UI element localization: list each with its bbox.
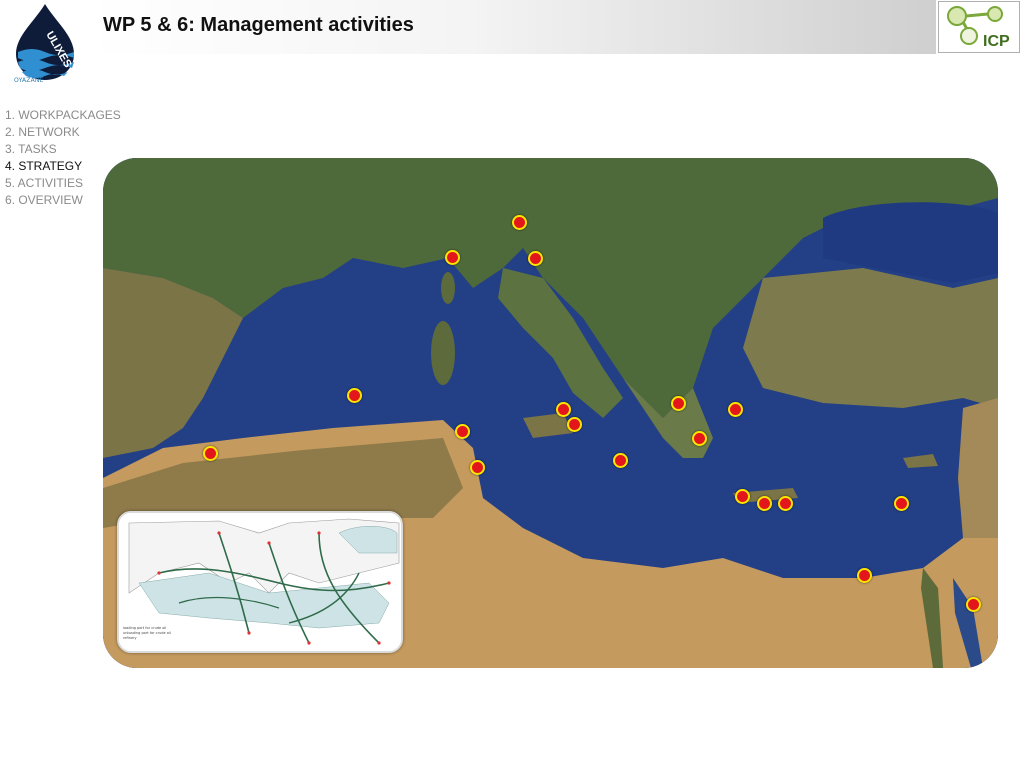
icp-logo-text: ICP: [983, 33, 1010, 50]
nav-item-network[interactable]: 2. NETWORK: [5, 124, 121, 141]
map-marker[interactable]: [966, 597, 981, 612]
map-marker[interactable]: [347, 388, 362, 403]
map-marker[interactable]: [512, 215, 527, 230]
map-marker[interactable]: [567, 417, 582, 432]
map-marker[interactable]: [470, 460, 485, 475]
pipeline-inset-map: loading port for crude oil unloading por…: [117, 511, 403, 653]
ulixes-logo-caption: OYAZANE: [14, 77, 44, 84]
map-marker[interactable]: [455, 424, 470, 439]
map-marker[interactable]: [528, 251, 543, 266]
slide-title: WP 5 & 6: Management activities: [103, 14, 414, 36]
map-marker[interactable]: [671, 396, 686, 411]
inset-legend-item: refinery: [123, 636, 137, 640]
ulixes-logo: ULIXES: [10, 2, 80, 88]
map-marker[interactable]: [857, 568, 872, 583]
map-marker[interactable]: [692, 431, 707, 446]
map-marker[interactable]: [613, 453, 628, 468]
map-marker[interactable]: [778, 496, 793, 511]
map-marker[interactable]: [728, 402, 743, 417]
map-marker[interactable]: [445, 250, 460, 265]
nav-item-workpackages[interactable]: 1. WORKPACKAGES: [5, 107, 121, 124]
icp-logo: ICP: [938, 1, 1020, 53]
inset-legend: loading port for crude oil unloading por…: [123, 626, 171, 641]
ulixes-logo-icon: ULIXES: [16, 4, 74, 80]
map-marker[interactable]: [894, 496, 909, 511]
map-marker[interactable]: [757, 496, 772, 511]
nav-item-tasks[interactable]: 3. TASKS: [5, 141, 121, 158]
map-marker[interactable]: [203, 446, 218, 461]
icp-molecule-icon: ICP: [947, 6, 1010, 50]
map-marker[interactable]: [556, 402, 571, 417]
map-marker[interactable]: [735, 489, 750, 504]
